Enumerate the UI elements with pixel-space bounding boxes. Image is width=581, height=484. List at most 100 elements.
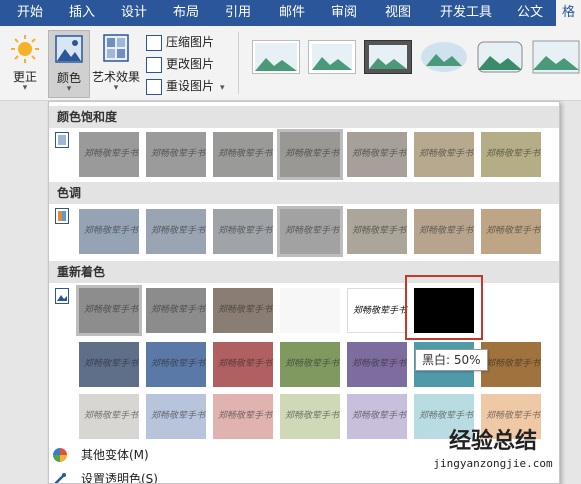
saturation-swatch[interactable]: 郑畅敬荤手书 [146, 132, 206, 177]
tab-review[interactable]: 审阅 [322, 0, 366, 26]
swatch-signature-text: 郑畅敬荤手书 [285, 359, 340, 369]
swatch-signature-text: 郑畅敬荤手书 [486, 149, 541, 159]
swatch-signature-text: 郑畅敬荤手书 [285, 226, 340, 236]
tab-mailings[interactable]: 邮件 [270, 0, 314, 26]
tone-swatch[interactable]: 郑畅敬荤手书 [414, 209, 474, 254]
ribbon-picture-tools: 更正 ▾ 颜色 ▾ 艺术效果 ▾ 压缩图片 更改图片 重设图片 ▾ [0, 26, 581, 101]
watermark-main: 经验总结 [448, 429, 537, 454]
compress-pictures-button[interactable]: 压缩图片 [146, 32, 214, 52]
recolor-swatch[interactable]: 郑畅敬荤手书 [347, 342, 407, 387]
swatch-signature-text: 郑畅敬荤手书 [84, 149, 139, 159]
swatch-signature-text: 郑畅敬荤手书 [218, 305, 273, 315]
saturation-swatch[interactable]: 郑畅敬荤手书 [347, 132, 407, 177]
section-header-tone: 色调 [49, 182, 559, 204]
tone-icon [55, 208, 69, 224]
compress-icon [146, 34, 162, 51]
document-area [0, 101, 48, 482]
swatch-signature-text: 郑畅敬荤手书 [285, 411, 340, 421]
recolor-swatch[interactable]: 郑畅敬荤手书 [146, 288, 206, 333]
recolor-swatch[interactable]: 郑畅敬荤手书 [79, 394, 139, 439]
chevron-down-icon: ▾ [220, 83, 225, 93]
artistic-effects-icon [103, 34, 129, 62]
tab-format[interactable]: 格 [556, 0, 581, 26]
picture-style-5[interactable] [476, 40, 524, 74]
change-picture-icon [146, 56, 162, 73]
tab-view[interactable]: 视图 [376, 0, 420, 26]
chevron-down-icon: ▾ [66, 84, 72, 94]
reset-picture-label: 重设图片 [166, 79, 215, 93]
recolor-swatch[interactable]: 郑畅敬荤手书 [213, 288, 273, 333]
picture-style-4[interactable] [420, 40, 468, 74]
tone-swatch[interactable]: 郑畅敬荤手书 [277, 206, 343, 257]
saturation-swatch[interactable]: 郑畅敬荤手书 [79, 132, 139, 177]
tab-developer[interactable]: 开发工具 [432, 0, 500, 26]
tone-swatch[interactable]: 郑畅敬荤手书 [146, 209, 206, 254]
tab-references[interactable]: 引用 [216, 0, 260, 26]
saturation-swatch[interactable]: 郑畅敬荤手书 [481, 132, 541, 177]
tab-layout[interactable]: 布局 [164, 0, 208, 26]
color-button[interactable]: 颜色 ▾ [48, 30, 90, 98]
recolor-swatch[interactable]: 郑畅敬荤手书 [146, 342, 206, 387]
reset-picture-button[interactable]: 重设图片 ▾ [146, 76, 225, 96]
picture-style-2[interactable] [308, 40, 356, 74]
document-area-right [559, 101, 581, 482]
tone-swatch[interactable]: 郑畅敬荤手书 [347, 209, 407, 254]
swatch-signature-text: 郑畅敬荤手书 [218, 411, 273, 421]
tab-official[interactable]: 公文 [508, 0, 552, 26]
swatch-tooltip: 黑白: 50% [415, 349, 488, 371]
saturation-icon [55, 132, 69, 148]
swatch-signature-text: 郑畅敬荤手书 [419, 149, 474, 159]
change-picture-button[interactable]: 更改图片 [146, 54, 214, 74]
swatch-signature-text: 郑畅敬荤手书 [218, 359, 273, 369]
watermark-sub: jingyanzongjie.com [433, 457, 553, 470]
saturation-swatch[interactable]: 郑畅敬荤手书 [213, 132, 273, 177]
swatch-signature-text: 郑畅敬荤手书 [151, 359, 206, 369]
saturation-swatch[interactable]: 郑畅敬荤手书 [277, 129, 343, 180]
tab-design[interactable]: 设计 [112, 0, 156, 26]
picture-style-1[interactable] [252, 40, 300, 74]
recolor-swatch[interactable]: 郑畅敬荤手书 [481, 342, 541, 387]
swatch-signature-text: 郑畅敬荤手书 [352, 411, 407, 421]
swatch-signature-text: 郑畅敬荤手书 [352, 359, 407, 369]
recolor-swatch[interactable]: 郑畅敬荤手书 [76, 285, 142, 336]
recolor-swatch[interactable]: 郑畅敬荤手书 [347, 288, 407, 333]
recolor-swatch[interactable] [280, 288, 340, 333]
section-header-saturation: 颜色饱和度 [49, 106, 559, 128]
tone-swatch[interactable]: 郑畅敬荤手书 [481, 209, 541, 254]
swatch-signature-text: 郑畅敬荤手书 [84, 359, 139, 369]
swatch-signature-text: 郑畅敬荤手书 [486, 411, 541, 421]
swatch-signature-text: 郑畅敬荤手书 [419, 411, 474, 421]
compress-label: 压缩图片 [166, 35, 215, 49]
sun-icon [11, 35, 39, 63]
tone-swatch[interactable]: 郑畅敬荤手书 [213, 209, 273, 254]
swatch-signature-text: 郑畅敬荤手书 [151, 305, 206, 315]
swatch-signature-text: 郑畅敬荤手书 [218, 149, 273, 159]
picture-style-6[interactable] [532, 40, 580, 74]
corrections-button[interactable]: 更正 ▾ [4, 30, 46, 96]
recolor-swatch[interactable]: 郑畅敬荤手书 [213, 394, 273, 439]
swatch-signature-text: 郑畅敬荤手书 [352, 149, 407, 159]
recolor-swatch[interactable]: 郑畅敬荤手书 [146, 394, 206, 439]
saturation-swatch[interactable]: 郑畅敬荤手书 [414, 132, 474, 177]
recolor-swatch[interactable]: 郑畅敬荤手书 [280, 342, 340, 387]
recolor-swatch[interactable]: 郑畅敬荤手书 [213, 342, 273, 387]
eyedropper-icon [54, 473, 66, 483]
swatch-signature-text: 郑畅敬荤手书 [151, 149, 206, 159]
tab-home[interactable]: 开始 [8, 0, 52, 26]
recolor-icon [55, 288, 69, 304]
tab-insert[interactable]: 插入 [60, 0, 104, 26]
swatch-signature-text: 郑畅敬荤手书 [84, 305, 139, 315]
reset-picture-icon [146, 78, 162, 95]
recolor-swatch[interactable]: 郑畅敬荤手书 [79, 342, 139, 387]
swatch-signature-text: 郑畅敬荤手书 [151, 226, 206, 236]
picture-style-3[interactable] [364, 40, 412, 74]
swatch-signature-text: 郑畅敬荤手书 [486, 359, 541, 369]
tone-swatch[interactable]: 郑畅敬荤手书 [79, 209, 139, 254]
color-dropdown-panel: 颜色饱和度 色调 重新着色 其他变体(M) 设置透明色(S) 郑畅敬荤手书 郑畅敬… [48, 101, 560, 484]
swatch-signature-text: 郑畅敬荤手书 [353, 306, 408, 316]
recolor-swatch[interactable]: 郑畅敬荤手书 [347, 394, 407, 439]
recolor-swatch[interactable]: 郑畅敬荤手书 [280, 394, 340, 439]
color-wheel-icon [53, 448, 67, 462]
watermark: 经验总结 jingyanzongjie.com [408, 428, 578, 480]
artistic-effects-button[interactable]: 艺术效果 ▾ [90, 30, 142, 96]
